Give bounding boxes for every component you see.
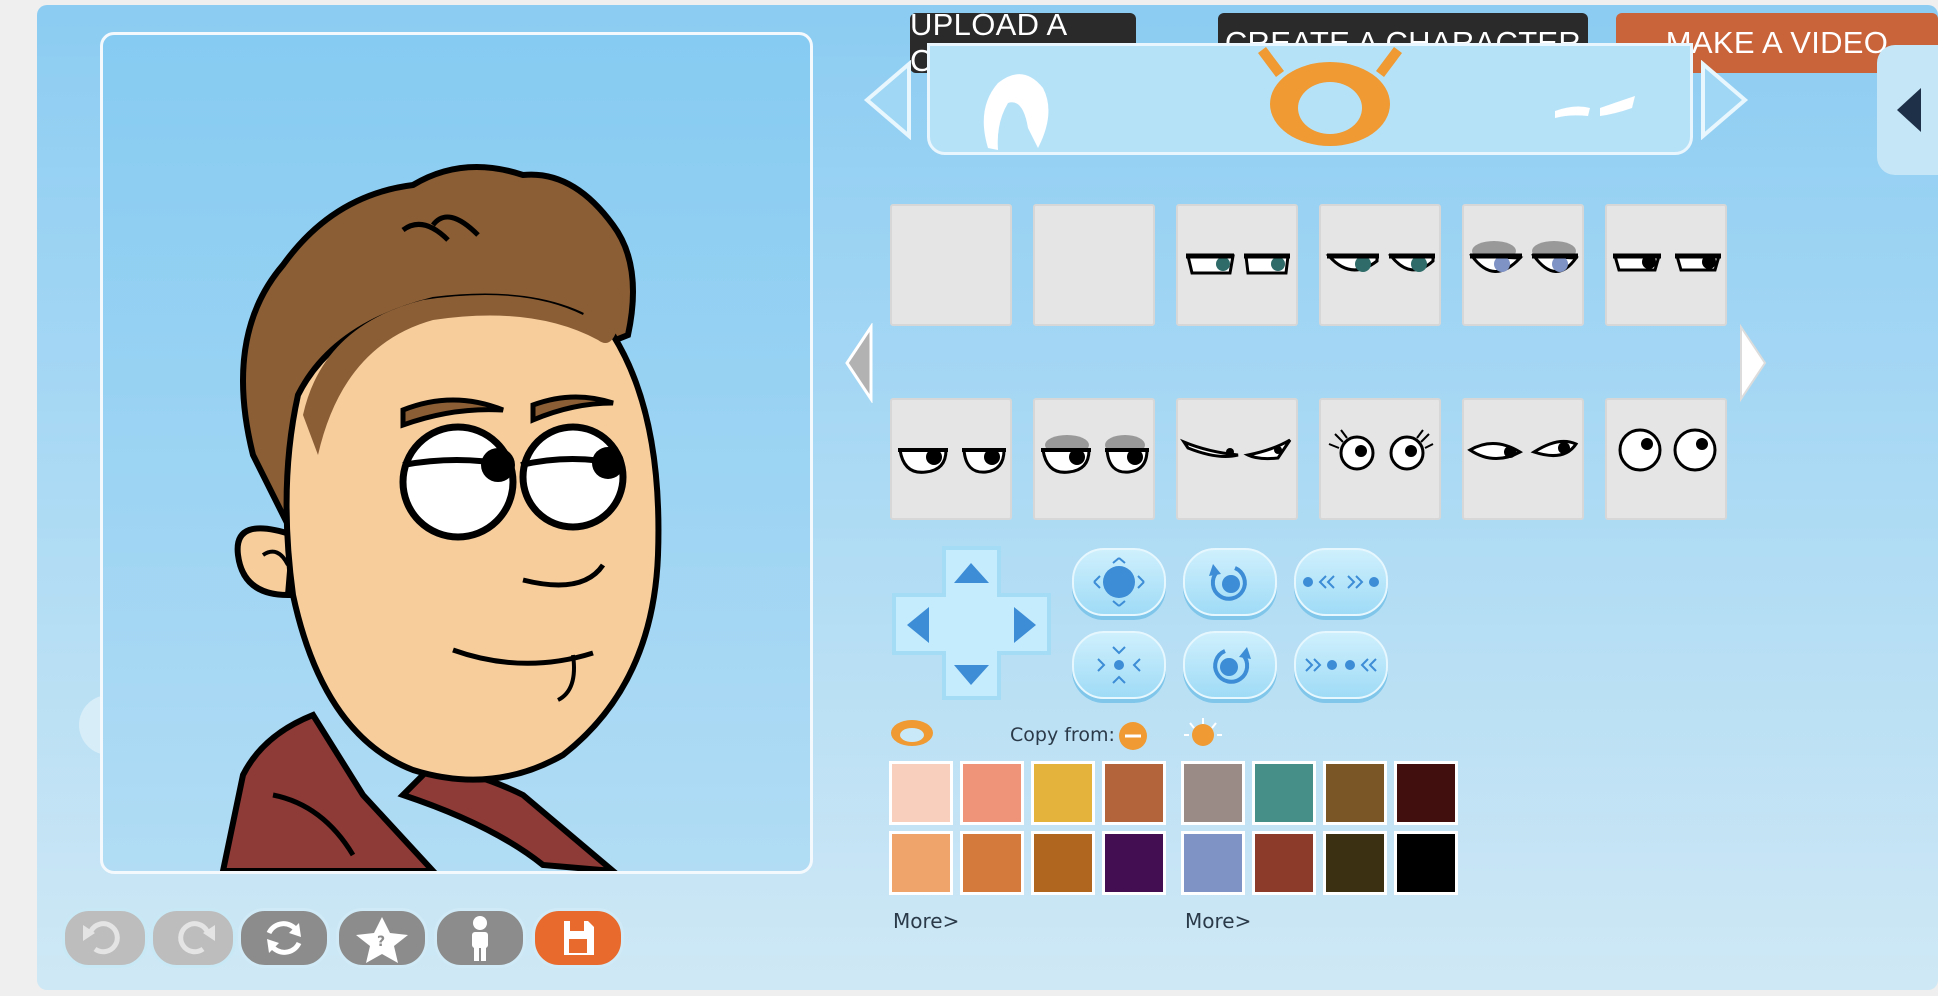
make-video-label: MAKE A VIDEO <box>1665 25 1889 60</box>
color-swatch[interactable] <box>1394 831 1458 895</box>
color-swatch[interactable] <box>1323 831 1387 895</box>
more-skin-colors-link[interactable]: More> <box>893 909 959 933</box>
copy-from-label: Copy from: <box>1010 724 1115 746</box>
eye-option-tile[interactable] <box>1176 398 1298 520</box>
color-swatch[interactable] <box>1102 761 1166 825</box>
eye-option-tile[interactable] <box>890 398 1012 520</box>
color-swatch[interactable] <box>1394 761 1458 825</box>
redo-icon <box>178 921 215 955</box>
rotate-right-button[interactable] <box>1183 631 1277 699</box>
collapse-arrow-icon <box>1897 88 1921 132</box>
position-dpad[interactable] <box>889 543 1055 703</box>
rotate-left-button[interactable] <box>1183 548 1277 616</box>
eye-option-tile[interactable] <box>1033 398 1155 520</box>
random-icon: ? <box>356 917 408 963</box>
eye-lash-color-icon <box>1184 718 1222 746</box>
eye-option-tile[interactable] <box>1033 204 1155 326</box>
color-swatch[interactable] <box>889 831 953 895</box>
eye-option-tile[interactable] <box>1605 204 1727 326</box>
color-swatch[interactable] <box>889 761 953 825</box>
color-swatch[interactable] <box>960 761 1024 825</box>
shrink-button[interactable] <box>1072 631 1166 699</box>
spread-apart-button[interactable] <box>1294 548 1388 616</box>
color-swatch[interactable] <box>960 831 1024 895</box>
save-button[interactable] <box>532 908 624 968</box>
options-next-arrow[interactable] <box>1737 323 1769 403</box>
eye-option-tile[interactable] <box>1319 398 1441 520</box>
body-button[interactable] <box>434 908 526 968</box>
more-eye-colors-link[interactable]: More> <box>1185 909 1251 933</box>
eye-option-tile[interactable] <box>1319 204 1441 326</box>
color-swatch[interactable] <box>1181 761 1245 825</box>
eye-option-tile[interactable] <box>1462 204 1584 326</box>
refresh-icon <box>266 921 302 955</box>
color-swatch[interactable] <box>1181 831 1245 895</box>
color-swatch[interactable] <box>1323 761 1387 825</box>
move-closer-button[interactable] <box>1294 631 1388 699</box>
character-creator: UPLOAD A CHAR CREATE A CHARACTER MAKE A … <box>37 5 1938 990</box>
save-icon <box>564 921 594 955</box>
undo-icon <box>83 921 120 955</box>
eye-option-tile[interactable] <box>1462 398 1584 520</box>
color-swatch[interactable] <box>1031 831 1095 895</box>
refresh-button[interactable] <box>238 908 330 968</box>
eye-icon[interactable] <box>1250 46 1410 156</box>
eye-option-tile[interactable] <box>1605 398 1727 520</box>
svg-text:?: ? <box>377 934 385 950</box>
options-prev-arrow[interactable] <box>843 323 875 403</box>
body-icon <box>472 916 488 961</box>
color-swatch[interactable] <box>1102 831 1166 895</box>
random-button[interactable]: ? <box>336 908 428 968</box>
redo-button[interactable] <box>150 908 236 968</box>
color-swatch[interactable] <box>1031 761 1095 825</box>
color-swatch[interactable] <box>1252 831 1316 895</box>
eye-option-tile[interactable] <box>1176 204 1298 326</box>
character-preview <box>100 32 813 874</box>
category-next-arrow[interactable] <box>1699 59 1749 141</box>
enlarge-button[interactable] <box>1072 548 1166 616</box>
character-avatar <box>219 164 662 871</box>
eye-color-icon <box>891 720 933 746</box>
eye-option-tile[interactable] <box>890 204 1012 326</box>
side-panel-tab[interactable] <box>1877 45 1938 175</box>
brow-icon[interactable] <box>1550 86 1640 126</box>
copy-from-skin-icon[interactable] <box>1118 721 1148 751</box>
undo-button[interactable] <box>62 908 148 968</box>
category-prev-arrow[interactable] <box>863 59 913 141</box>
category-bar <box>927 43 1693 155</box>
color-swatch[interactable] <box>1252 761 1316 825</box>
hair-icon[interactable] <box>968 68 1058 168</box>
